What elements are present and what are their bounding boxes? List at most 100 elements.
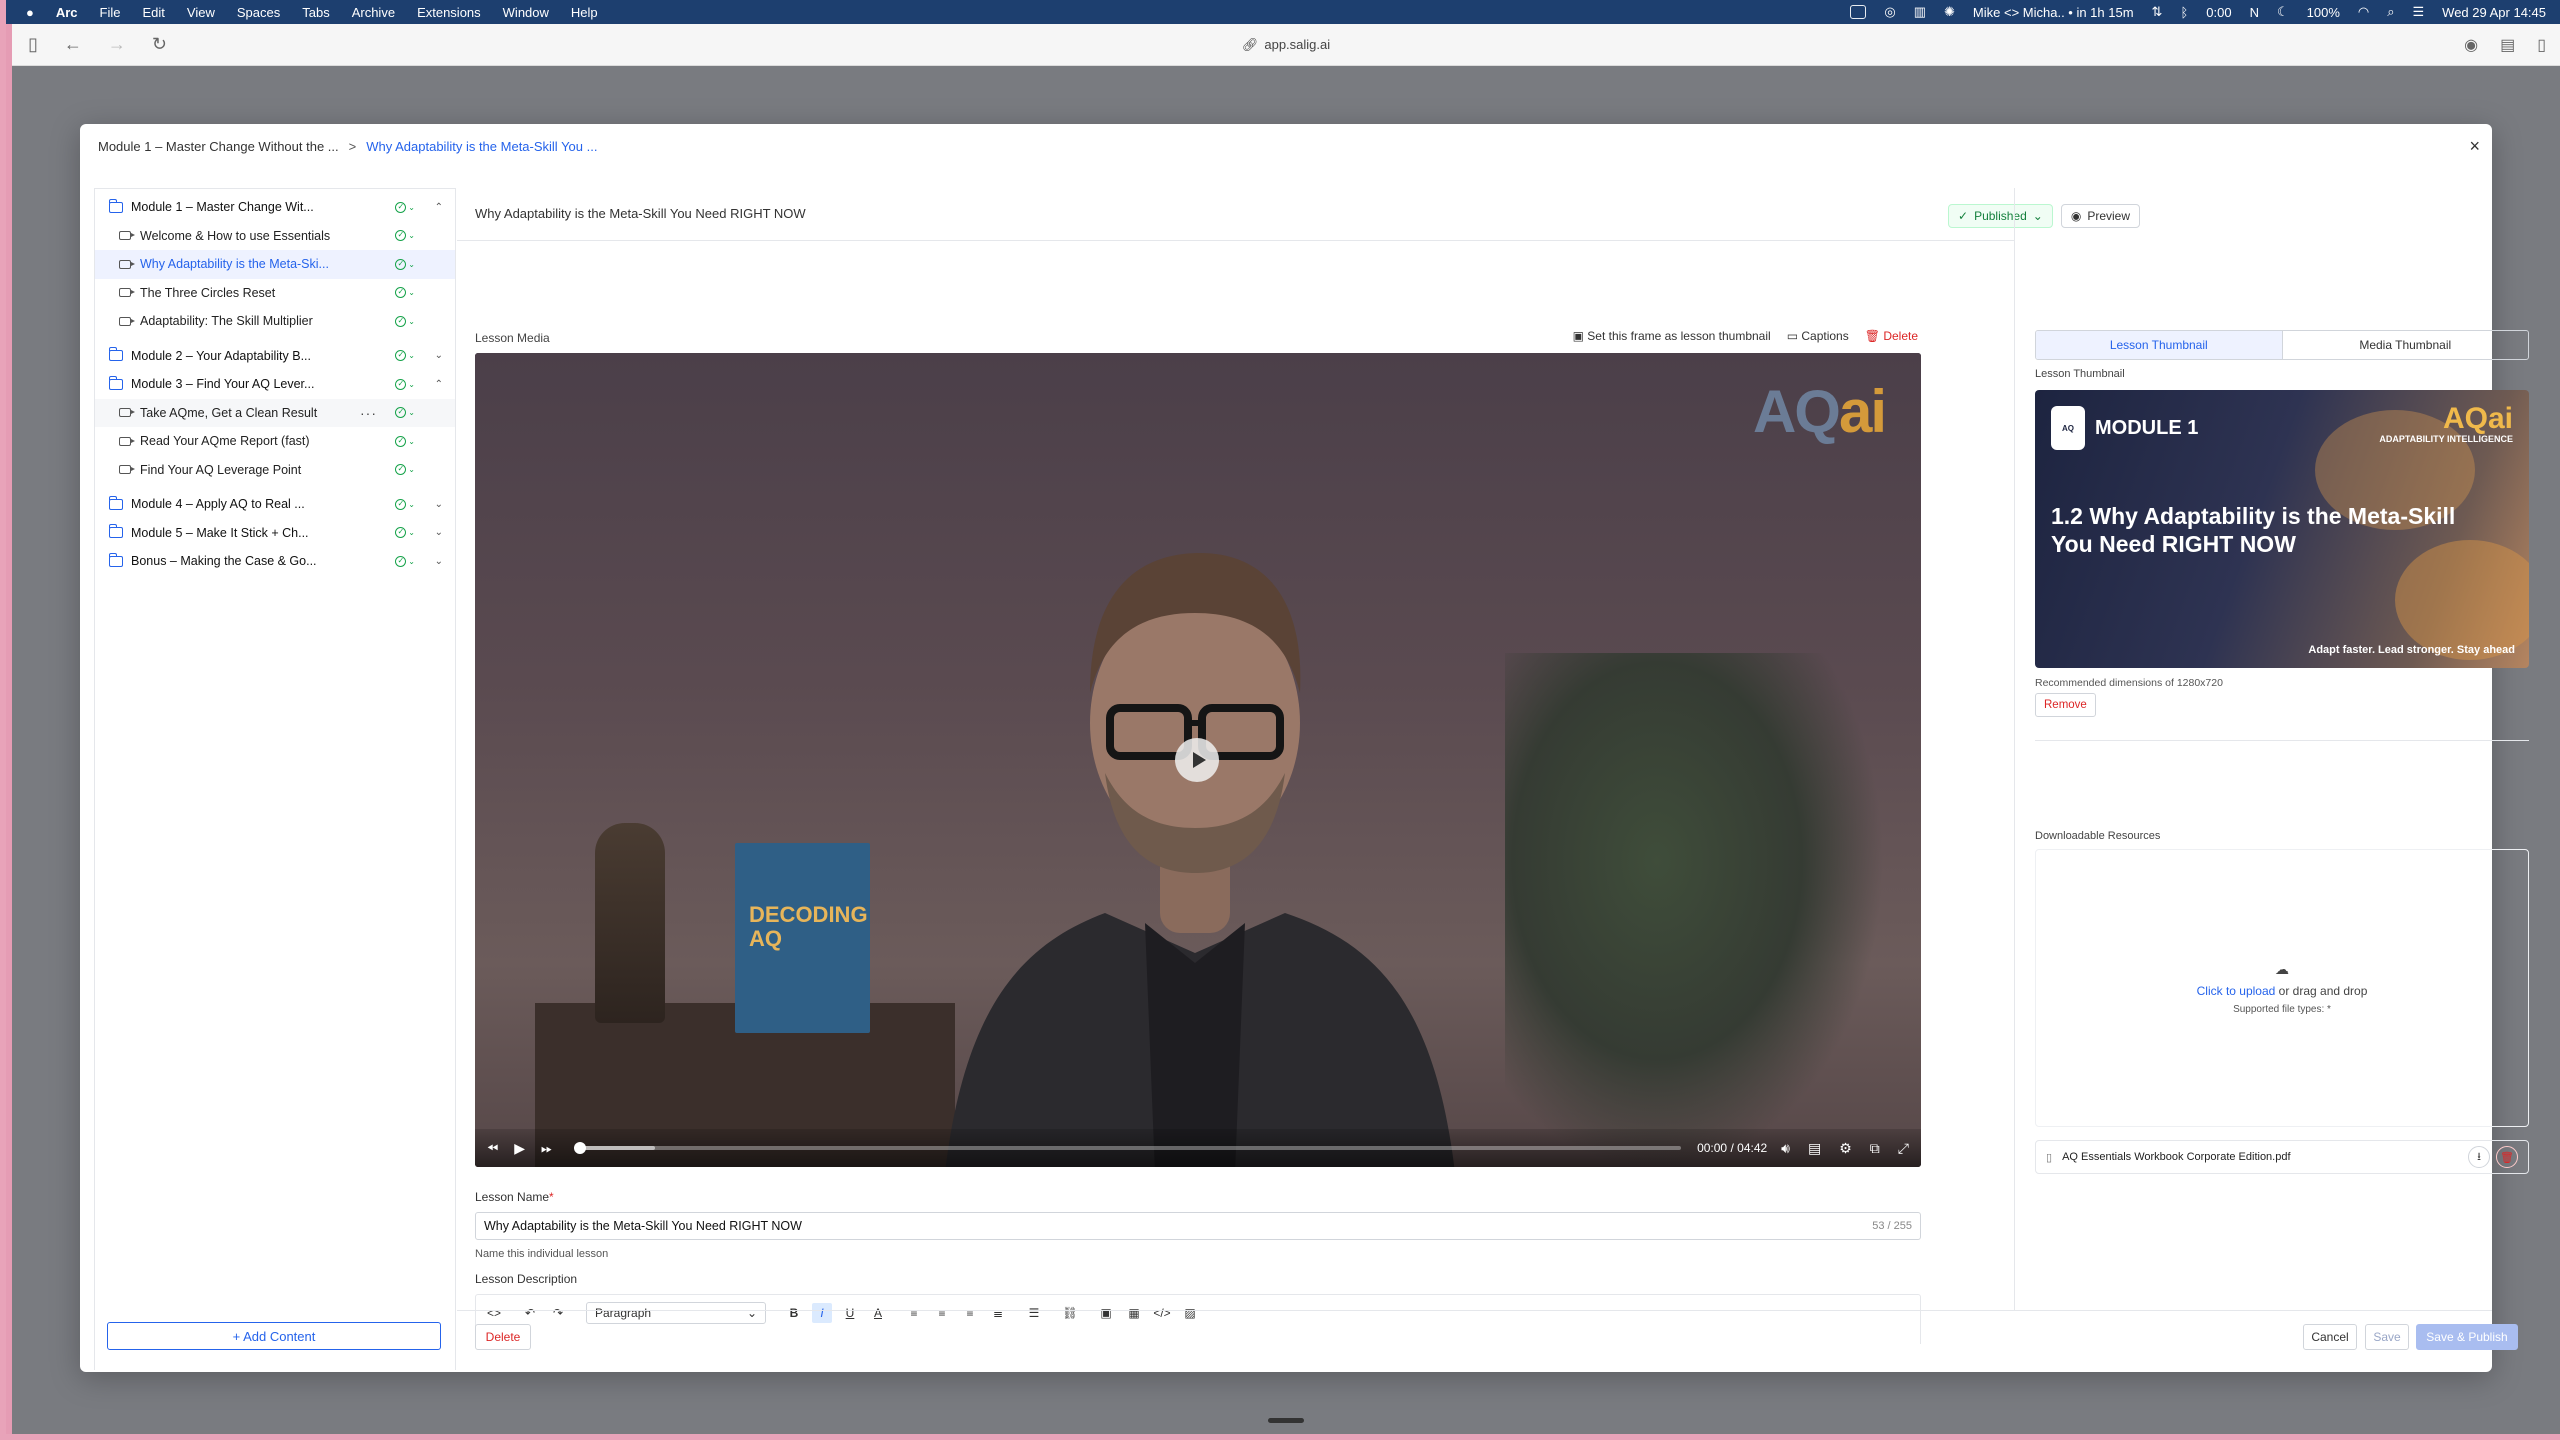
outline-module[interactable]: Module 1 – Master Change Wit... ✓ ⌄ ⌃ bbox=[95, 193, 455, 222]
trash-icon[interactable]: 🗑︎ bbox=[2496, 1146, 2518, 1168]
menu-extensions[interactable]: Extensions bbox=[417, 5, 481, 20]
split-view-icon[interactable]: ▯ bbox=[2537, 35, 2546, 55]
outline-module[interactable]: Module 5 – Make It Stick + Ch... ✓ ⌄ ⌄ bbox=[95, 519, 455, 548]
menu-spaces[interactable]: Spaces bbox=[237, 5, 280, 20]
timer-readout[interactable]: 0:00 bbox=[2206, 5, 2231, 20]
remove-thumbnail-button[interactable]: Remove bbox=[2035, 693, 2096, 717]
reader-icon[interactable]: ▤ bbox=[2500, 35, 2515, 55]
expand-chevron-icon[interactable]: ⌃ bbox=[435, 379, 443, 390]
screen-share-icon[interactable] bbox=[1850, 5, 1867, 19]
breadcrumb-parent[interactable]: Module 1 – Master Change Without the ... bbox=[98, 139, 339, 154]
captions-toggle-icon[interactable]: ▤ bbox=[1808, 1140, 1821, 1157]
fast-forward-icon[interactable]: ⏩︎ bbox=[541, 1140, 552, 1157]
outline-lesson[interactable]: Welcome & How to use Essentials ✓ ⌄ bbox=[95, 222, 455, 251]
expand-chevron-icon[interactable]: ⌄ bbox=[435, 350, 443, 361]
back-arrow-icon[interactable]: ← bbox=[64, 34, 82, 55]
outline-lesson[interactable]: Why Adaptability is the Meta-Ski... ✓ ⌄ bbox=[95, 250, 455, 279]
play-icon[interactable]: ▶︎ bbox=[514, 1140, 525, 1157]
cancel-button[interactable]: Cancel bbox=[2303, 1324, 2357, 1350]
published-status-icon[interactable]: ✓ ⌄ bbox=[395, 407, 415, 419]
play-overlay-button[interactable] bbox=[1175, 738, 1219, 782]
menu-file[interactable]: File bbox=[100, 5, 121, 20]
published-status-icon[interactable]: ✓ ⌄ bbox=[395, 464, 415, 476]
set-thumbnail-button[interactable]: ▣ Set this frame as lesson thumbnail bbox=[1573, 329, 1771, 343]
outline-module[interactable]: Bonus – Making the Case & Go... ✓ ⌄ ⌄ bbox=[95, 547, 455, 576]
reload-icon[interactable]: ↻ bbox=[152, 34, 167, 55]
menu-app-name[interactable]: Arc bbox=[56, 5, 78, 20]
published-status-icon[interactable]: ✓ ⌄ bbox=[395, 287, 415, 299]
more-options-icon[interactable]: ··· bbox=[360, 405, 377, 421]
expand-chevron-icon[interactable]: ⌄ bbox=[435, 499, 443, 510]
menu-window[interactable]: Window bbox=[503, 5, 549, 20]
sun-icon[interactable]: ✺ bbox=[1944, 4, 1955, 20]
published-status-icon[interactable]: ✓ ⌄ bbox=[395, 201, 415, 213]
outline-lesson[interactable]: Find Your AQ Leverage Point ✓ ⌄ bbox=[95, 456, 455, 485]
rewind-icon[interactable]: ⏪︎ bbox=[487, 1140, 498, 1157]
expand-chevron-icon[interactable]: ⌄ bbox=[435, 556, 443, 567]
outline-module[interactable]: Module 2 – Your Adaptability B... ✓ ⌄ ⌄ bbox=[95, 342, 455, 371]
sync-icon[interactable]: ⇅ bbox=[2152, 4, 2163, 20]
download-icon[interactable]: ⭳ bbox=[2468, 1146, 2490, 1168]
lesson-name-input[interactable]: Why Adaptability is the Meta-Skill You N… bbox=[475, 1212, 1921, 1240]
stats-icon[interactable]: ▥ bbox=[1914, 4, 1926, 20]
published-status-icon[interactable]: ✓ ⌄ bbox=[395, 230, 415, 242]
video-player[interactable]: DECODING AQ AQai ⏪︎ ▶︎ ⏩︎ 00:00 / 04:42 … bbox=[475, 353, 1921, 1167]
expand-chevron-icon[interactable]: ⌃ bbox=[435, 202, 443, 213]
upload-dropzone[interactable]: ☁︎ Click to upload or drag and drop Supp… bbox=[2035, 849, 2529, 1127]
menu-archive[interactable]: Archive bbox=[352, 5, 395, 20]
fullscreen-icon[interactable]: ⤢ bbox=[1898, 1140, 1909, 1157]
outline-module[interactable]: Module 4 – Apply AQ to Real ... ✓ ⌄ ⌄ bbox=[95, 490, 455, 519]
published-status-icon[interactable]: ✓ ⌄ bbox=[395, 315, 415, 327]
menu-help[interactable]: Help bbox=[571, 5, 598, 20]
bluetooth-icon[interactable]: ᛒ bbox=[2180, 5, 2188, 20]
notion-icon[interactable]: N bbox=[2250, 5, 2259, 20]
menu-tabs[interactable]: Tabs bbox=[302, 5, 329, 20]
wifi-icon[interactable]: ◠ bbox=[2358, 4, 2369, 20]
save-publish-button[interactable]: Save & Publish bbox=[2416, 1324, 2518, 1350]
volume-icon[interactable]: 🔊︎ bbox=[1781, 1140, 1790, 1157]
published-status-icon[interactable]: ✓ ⌄ bbox=[395, 527, 415, 539]
dock-handle[interactable] bbox=[1268, 1418, 1304, 1423]
outline-lesson[interactable]: Read Your AQme Report (fast) ✓ ⌄ bbox=[95, 427, 455, 456]
moon-icon[interactable]: ☾ bbox=[2277, 4, 2289, 20]
save-button[interactable]: Save bbox=[2365, 1324, 2409, 1350]
click-to-upload-link[interactable]: Click to upload bbox=[2197, 984, 2276, 998]
published-status-icon[interactable]: ✓ ⌄ bbox=[395, 378, 415, 390]
published-status-icon[interactable]: ✓ ⌄ bbox=[395, 258, 415, 270]
apple-icon[interactable]: ● bbox=[26, 5, 34, 20]
popout-icon[interactable]: ⧉ bbox=[1870, 1140, 1880, 1157]
spotlight-icon[interactable]: ⌕ bbox=[2387, 4, 2394, 20]
forward-arrow-icon[interactable]: → bbox=[108, 34, 126, 55]
scrubber-handle[interactable] bbox=[574, 1142, 587, 1154]
published-status-icon[interactable]: ✓ ⌄ bbox=[395, 555, 415, 567]
published-status-icon[interactable]: ✓ ⌄ bbox=[395, 435, 415, 447]
delete-media-button[interactable]: 🗑︎ Delete bbox=[1865, 329, 1918, 343]
address-bar[interactable]: 🔗︎ app.salig.ai bbox=[1242, 37, 1330, 53]
outline-module[interactable]: Module 3 – Find Your AQ Lever... ✓ ⌄ ⌃ bbox=[95, 370, 455, 399]
outline-lesson[interactable]: The Three Circles Reset ✓ ⌄ bbox=[95, 279, 455, 308]
menu-view[interactable]: View bbox=[187, 5, 215, 20]
battery-level[interactable]: 100% bbox=[2307, 5, 2340, 20]
published-status-icon[interactable]: ✓ ⌄ bbox=[395, 498, 415, 510]
meeting-status[interactable]: Mike <> Micha.. • in 1h 15m bbox=[1973, 5, 2134, 20]
tab-lesson-thumbnail[interactable]: Lesson Thumbnail bbox=[2036, 331, 2283, 359]
control-center-icon[interactable]: ☰ bbox=[2413, 4, 2425, 20]
close-icon[interactable]: × bbox=[2469, 136, 2480, 157]
published-status-icon[interactable]: ✓ ⌄ bbox=[395, 350, 415, 362]
sidebar-toggle-icon[interactable]: ▯ bbox=[28, 34, 38, 55]
progress-scrubber[interactable] bbox=[574, 1142, 1682, 1154]
search-tool-icon[interactable]: ◎ bbox=[1884, 4, 1895, 20]
menu-edit[interactable]: Edit bbox=[143, 5, 165, 20]
clock[interactable]: Wed 29 Apr 14:45 bbox=[2442, 5, 2546, 20]
extension-icon[interactable]: ◉ bbox=[2464, 35, 2478, 55]
captions-button[interactable]: ▭ Captions bbox=[1787, 329, 1849, 343]
outline-lesson[interactable]: Take AQme, Get a Clean Result ✓ ⌄ ··· bbox=[95, 398, 455, 427]
add-content-button[interactable]: + Add Content bbox=[107, 1322, 441, 1350]
outline-lesson[interactable]: Adaptability: The Skill Multiplier ✓ ⌄ bbox=[95, 307, 455, 336]
captions-label: Captions bbox=[1801, 329, 1849, 343]
tab-media-thumbnail[interactable]: Media Thumbnail bbox=[2283, 331, 2529, 359]
breadcrumb: Module 1 – Master Change Without the ...… bbox=[80, 124, 2492, 168]
delete-lesson-button[interactable]: Delete bbox=[475, 1324, 531, 1350]
expand-chevron-icon[interactable]: ⌄ bbox=[435, 527, 443, 538]
settings-gear-icon[interactable]: ⚙︎ bbox=[1839, 1140, 1852, 1157]
